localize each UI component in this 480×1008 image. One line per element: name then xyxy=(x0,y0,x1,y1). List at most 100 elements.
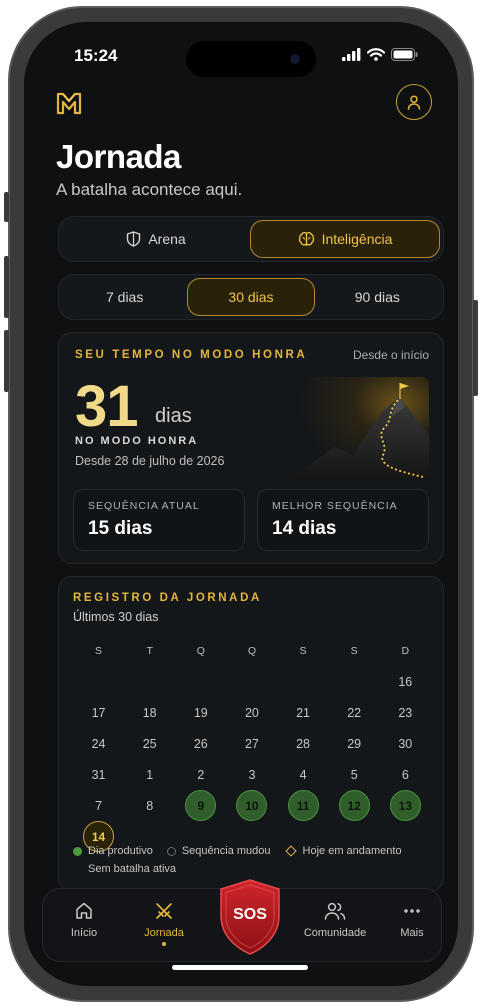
app-logo-icon xyxy=(56,92,82,115)
volume-up-button xyxy=(4,256,9,318)
calendar-day-cell: 12 xyxy=(329,790,380,821)
calendar-day[interactable]: 1 xyxy=(124,768,175,782)
calendar-day[interactable]: 16 xyxy=(380,675,431,689)
calendar-day-productive[interactable]: 10 xyxy=(236,790,268,821)
period-30-days[interactable]: 30 dias xyxy=(187,278,315,316)
legend-no-battle-label: Sem batalha ativa xyxy=(88,863,177,875)
journey-log-eyebrow: REGISTRO DA JORNADA xyxy=(73,592,262,604)
calendar-day[interactable]: 19 xyxy=(175,706,226,720)
home-icon xyxy=(76,902,92,919)
calendar-day[interactable]: 17 xyxy=(73,706,124,720)
current-streak-label: SEQUÊNCIA ATUAL xyxy=(88,500,200,512)
main-tabs: Arena Inteligência xyxy=(58,216,444,262)
calendar-day[interactable]: 23 xyxy=(380,706,431,720)
sos-label: SOS xyxy=(233,906,267,923)
tab-inteligencia-label: Inteligência xyxy=(321,231,393,247)
page-subtitle: A batalha acontece aqui. xyxy=(56,180,243,199)
calendar-day-cell: 9 xyxy=(175,790,226,821)
period-7-days[interactable]: 7 dias xyxy=(62,278,187,316)
calendar-day-productive[interactable]: 11 xyxy=(287,790,319,821)
calendar-day[interactable]: 3 xyxy=(226,768,277,782)
calendar-day[interactable]: 22 xyxy=(329,706,380,720)
calendar-day[interactable]: 7 xyxy=(73,799,124,813)
ring-dot-icon xyxy=(166,846,176,856)
calendar-day[interactable]: 28 xyxy=(278,737,329,751)
calendar-day[interactable]: 24 xyxy=(73,737,124,751)
honor-since-date: Desde 28 de julho de 2026 xyxy=(75,454,225,468)
weekday-label: S xyxy=(350,644,358,657)
more-icon xyxy=(404,909,420,913)
calendar-day-productive[interactable]: 12 xyxy=(338,790,370,821)
honor-days-value: 31 xyxy=(75,374,139,439)
journey-log-card: REGISTRO DA JORNADA Últimos 30 dias S T Q Q… xyxy=(58,576,444,892)
calendar-day[interactable]: 31 xyxy=(73,768,124,782)
tab-comunidade[interactable]: Comunidade xyxy=(299,901,371,939)
period-selector: 7 dias 30 dias 90 dias xyxy=(58,274,444,320)
legend-streak-changed-label: Sequência mudou xyxy=(181,845,271,857)
calendar-day[interactable]: 18 xyxy=(124,706,175,720)
journey-log-subtitle: Últimos 30 dias xyxy=(73,610,159,624)
honor-mode-label: NO MODO HONRA xyxy=(75,435,199,447)
weekday-label: Q xyxy=(196,644,205,657)
tab-mais-label: Mais xyxy=(400,927,424,939)
legend-productive: Dia produtivo xyxy=(73,845,153,857)
action-button xyxy=(4,192,9,222)
shield-icon xyxy=(127,231,141,247)
tab-arena[interactable]: Arena xyxy=(62,220,250,258)
calendar-day[interactable]: 5 xyxy=(329,768,380,782)
honor-days-unit: dias xyxy=(155,405,192,427)
weekday-label: S xyxy=(95,644,103,657)
tab-inicio-label: Início xyxy=(70,927,98,939)
tab-inicio[interactable]: Início xyxy=(49,901,119,939)
weekday-label: T xyxy=(146,644,153,657)
honor-card-eyebrow: SEU TEMPO NO MODO HONRA xyxy=(75,349,308,361)
tab-inteligencia[interactable]: Inteligência xyxy=(250,220,440,258)
diamond-icon xyxy=(284,845,297,857)
calendar-week-row: 24 25 26 27 28 29 30 xyxy=(73,728,431,759)
calendar-week-row: 16 xyxy=(73,666,431,697)
since-start-filter[interactable]: Desde o início xyxy=(353,348,429,362)
calendar-day-cell: 10 xyxy=(226,790,277,821)
legend-today: Hoje em andamento xyxy=(284,845,402,857)
calendar-day[interactable]: 30 xyxy=(380,737,431,751)
calendar-day[interactable]: 29 xyxy=(329,737,380,751)
wifi-icon xyxy=(367,48,385,61)
legend-no-battle: Sem batalha ativa xyxy=(73,863,176,875)
current-streak-value: 15 dias xyxy=(88,518,153,539)
calendar-day[interactable]: 21 xyxy=(278,706,329,720)
active-tab-dot xyxy=(162,942,166,946)
best-streak-value: 14 dias xyxy=(272,518,337,539)
period-90-days[interactable]: 90 dias xyxy=(315,278,440,316)
calendar-day-productive[interactable]: 9 xyxy=(185,790,217,821)
home-indicator[interactable] xyxy=(172,965,308,970)
calendar-weekday-row: STQQSSD xyxy=(73,635,431,666)
legend-today-label: Hoje em andamento xyxy=(302,845,402,857)
sos-button[interactable]: SOS xyxy=(218,878,282,956)
calendar-day-productive[interactable]: 13 xyxy=(389,790,421,821)
calendar-day-cell: 11 xyxy=(278,790,329,821)
calendar-day[interactable]: 6 xyxy=(380,768,431,782)
calendar-day[interactable]: 25 xyxy=(124,737,175,751)
best-streak-label: MELHOR SEQUÊNCIA xyxy=(272,500,398,512)
tab-jornada[interactable]: Jornada xyxy=(129,901,199,946)
calendar-day[interactable]: 4 xyxy=(278,768,329,782)
best-streak-card: MELHOR SEQUÊNCIA 14 dias xyxy=(257,489,429,551)
user-icon xyxy=(407,95,421,110)
battery-icon xyxy=(391,48,418,61)
volume-down-button xyxy=(4,330,9,392)
calendar-day[interactable]: 26 xyxy=(175,737,226,751)
tab-mais[interactable]: Mais xyxy=(377,901,447,939)
current-streak-card: SEQUÊNCIA ATUAL 15 dias xyxy=(73,489,245,551)
signal-icon xyxy=(342,48,361,61)
calendar-day[interactable]: 27 xyxy=(226,737,277,751)
calendar-day[interactable]: 2 xyxy=(175,768,226,782)
legend-streak-changed: Sequência mudou xyxy=(166,845,271,857)
honor-mode-card: SEU TEMPO NO MODO HONRA Desde o início 3… xyxy=(58,332,444,564)
tab-arena-label: Arena xyxy=(148,231,186,247)
calendar-week-row: 17 18 19 20 21 22 23 xyxy=(73,697,431,728)
calendar-day[interactable]: 20 xyxy=(226,706,277,720)
calendar-day[interactable]: 8 xyxy=(124,799,175,813)
calendar-week-row: 31 1 2 3 4 5 6 xyxy=(73,759,431,790)
productive-dot-icon xyxy=(73,846,82,856)
profile-button[interactable] xyxy=(396,84,432,120)
